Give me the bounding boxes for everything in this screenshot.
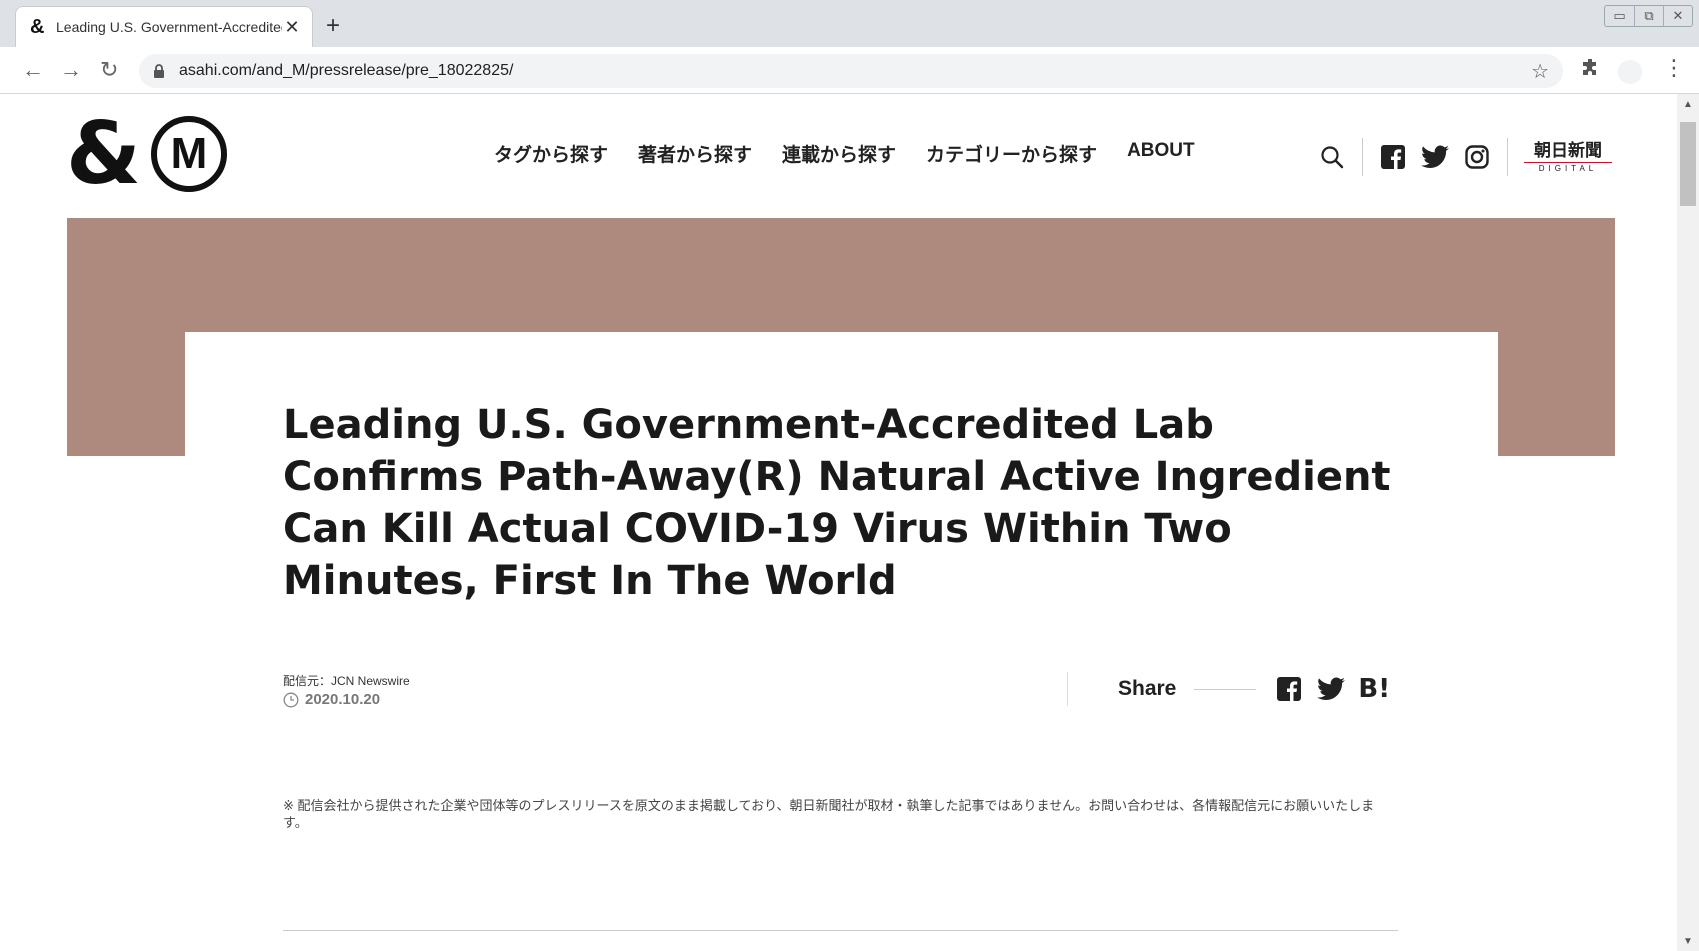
reload-icon[interactable]: ↻ (100, 57, 118, 83)
logo-m-circle: M (151, 116, 227, 192)
minimize-button[interactable]: ▭ (1605, 6, 1634, 26)
nav-item-about[interactable]: ABOUT (1127, 140, 1195, 167)
lock-icon (153, 64, 169, 78)
share-facebook-icon[interactable] (1274, 674, 1304, 704)
global-nav: タグから探す 著者から探す 連載から探す カテゴリーから探す ABOUT (494, 140, 1195, 167)
asahi-logo-rule (1524, 161, 1612, 163)
divider (1507, 138, 1508, 176)
close-window-button[interactable]: ✕ (1663, 6, 1692, 26)
asahi-logo-sub: DIGITAL (1538, 163, 1598, 173)
header-icons: 朝日新聞 DIGITAL (1318, 138, 1612, 176)
scroll-down-arrow-icon[interactable]: ▼ (1677, 933, 1699, 949)
back-icon[interactable]: ← (22, 57, 44, 83)
site-logo[interactable]: & M (66, 104, 227, 204)
asahi-digital-logo[interactable]: 朝日新聞 DIGITAL (1524, 140, 1612, 173)
asahi-logo-text: 朝日新聞 (1534, 140, 1602, 161)
scroll-up-arrow-icon[interactable]: ▲ (1677, 96, 1699, 112)
content-divider (283, 930, 1398, 931)
tab-favicon: & (30, 15, 45, 38)
tab-close-icon[interactable]: ✕ (282, 17, 302, 38)
web-page: & M タグから探す 著者から探す 連載から探す カテゴリーから探す ABOUT… (0, 94, 1677, 951)
share-divider-line (1194, 688, 1257, 690)
share-label: Share (1118, 677, 1177, 700)
article-meta: 配信元：JCN Newswire 2020.10.20 (283, 672, 410, 708)
logo-ampersand: & (66, 104, 141, 204)
bookmark-star-icon[interactable]: ☆ (1531, 59, 1549, 84)
nav-item-series[interactable]: 連載から探す (782, 140, 896, 167)
browser-menu-icon[interactable]: ⋮ (1663, 55, 1685, 81)
tab-title: Leading U.S. Government-Accredited Lab C… (56, 19, 282, 35)
article-title: Leading U.S. Government-Accredited Lab C… (283, 402, 1391, 604)
url-text[interactable]: asahi.com/and_M/pressrelease/pre_1802282… (179, 62, 1531, 80)
divider (1362, 138, 1363, 176)
article-date: 2020.10.20 (305, 691, 381, 708)
profile-avatar[interactable] (1618, 60, 1642, 84)
instagram-icon[interactable] (1463, 143, 1491, 171)
window-controls: ▭ ⧉ ✕ (1604, 5, 1693, 27)
share-bar: Share B! (1067, 672, 1390, 706)
article-date-row: 2020.10.20 (283, 691, 410, 708)
search-icon[interactable] (1318, 143, 1346, 171)
nav-item-authors[interactable]: 著者から探す (638, 140, 752, 167)
restore-button[interactable]: ⧉ (1634, 6, 1663, 26)
twitter-icon[interactable] (1421, 143, 1449, 171)
nav-item-tags[interactable]: タグから探す (494, 140, 608, 167)
facebook-icon[interactable] (1379, 143, 1407, 171)
new-tab-button[interactable]: + (326, 12, 340, 40)
browser-tabstrip: & Leading U.S. Government-Accredited Lab… (0, 0, 1699, 47)
clock-icon (283, 692, 299, 708)
extensions-icon[interactable] (1581, 58, 1599, 82)
browser-toolbar: ← → ↻ asahi.com/and_M/pressrelease/pre_1… (0, 47, 1699, 94)
nav-item-categories[interactable]: カテゴリーから探す (926, 140, 1097, 167)
forward-icon[interactable]: → (60, 57, 82, 83)
address-bar[interactable]: asahi.com/and_M/pressrelease/pre_1802282… (139, 54, 1563, 88)
share-twitter-icon[interactable] (1316, 674, 1346, 704)
scroll-thumb[interactable] (1680, 122, 1696, 206)
press-release-disclaimer: ※ 配信会社から提供された企業や団体等のプレスリリースを原文のまま掲載しており、… (283, 798, 1375, 830)
browser-tab[interactable]: & Leading U.S. Government-Accredited Lab… (15, 6, 313, 47)
article-source: 配信元：JCN Newswire (283, 674, 410, 688)
share-hatena-button[interactable]: B! (1358, 674, 1390, 704)
page-scrollbar[interactable]: ▲ ▼ (1677, 94, 1699, 951)
